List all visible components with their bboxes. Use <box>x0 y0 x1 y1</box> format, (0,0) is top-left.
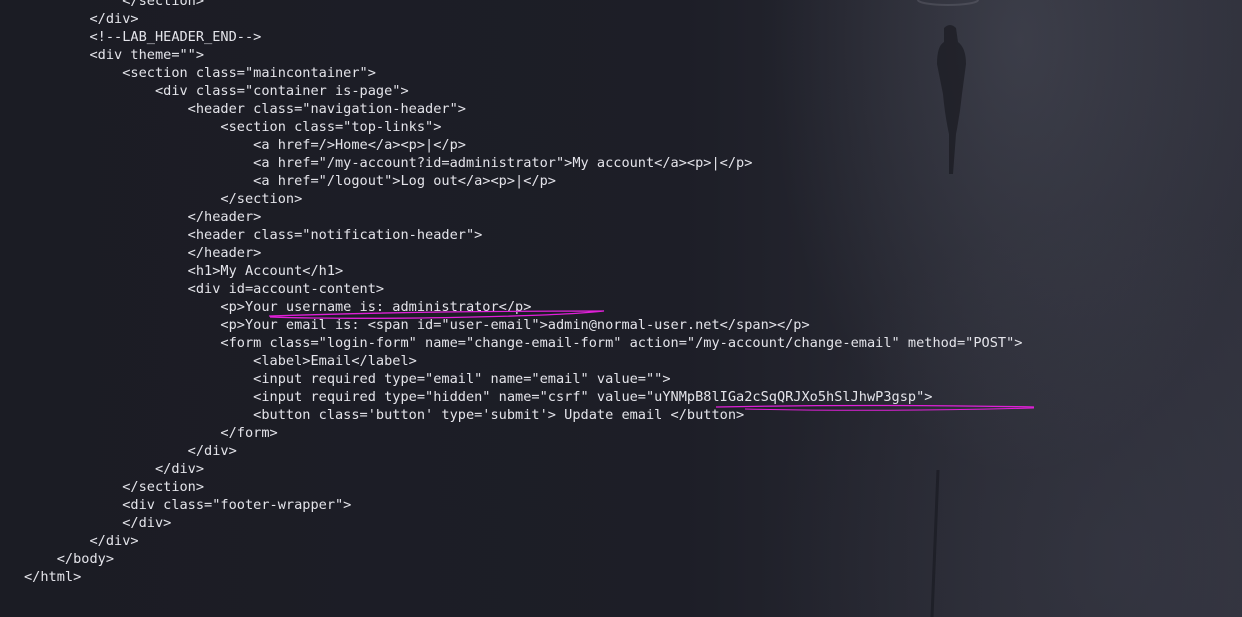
code-line: <header class="notification-header"> <box>24 227 483 243</box>
code-line: <label>Email</label> <box>24 353 417 369</box>
code-line: </header> <box>24 209 262 225</box>
code-line: <input required type="hidden" name="csrf… <box>24 389 933 405</box>
code-line: <section class="maincontainer"> <box>24 65 376 81</box>
code-line: <div class="container is-page"> <box>24 83 409 99</box>
code-line: <section class="top-links"> <box>24 119 442 135</box>
code-line: <button class='button' type='submit'> Up… <box>24 407 745 423</box>
code-line: </div> <box>24 443 237 459</box>
code-line: <input required type="email" name="email… <box>24 371 671 387</box>
code-line: </div> <box>24 515 172 531</box>
code-line: <p>Your email is: <span id="user-email">… <box>24 317 810 333</box>
code-line: </html> <box>24 569 82 585</box>
code-line: </section> <box>24 479 205 495</box>
html-source-view[interactable]: </section> </div> <!--LAB_HEADER_END--> … <box>24 0 1022 586</box>
code-line: </section> <box>24 191 303 207</box>
code-line: </section> <box>24 0 205 9</box>
code-line: </div> <box>24 461 205 477</box>
code-line: </body> <box>24 551 115 567</box>
code-line: <div class="footer-wrapper"> <box>24 497 352 513</box>
code-line: <!--LAB_HEADER_END--> <box>24 29 262 45</box>
terminal-window[interactable]: </section> </div> <!--LAB_HEADER_END--> … <box>0 0 1242 617</box>
code-line: <header class="navigation-header"> <box>24 101 466 117</box>
code-line: </div> <box>24 533 139 549</box>
code-line: </header> <box>24 245 262 261</box>
code-line: <div theme=""> <box>24 47 205 63</box>
code-line: </div> <box>24 11 139 27</box>
code-line: <h1>My Account</h1> <box>24 263 344 279</box>
code-line: <a href="/logout">Log out</a><p>|</p> <box>24 173 556 189</box>
code-line: <a href=/>Home</a><p>|</p> <box>24 137 466 153</box>
code-line: <a href="/my-account?id=administrator">M… <box>24 155 753 171</box>
code-line: </form> <box>24 425 278 441</box>
code-line: <div id=account-content> <box>24 281 385 297</box>
code-line: <p>Your username is: administrator</p> <box>24 299 532 315</box>
code-line: <form class="login-form" name="change-em… <box>24 335 1023 351</box>
